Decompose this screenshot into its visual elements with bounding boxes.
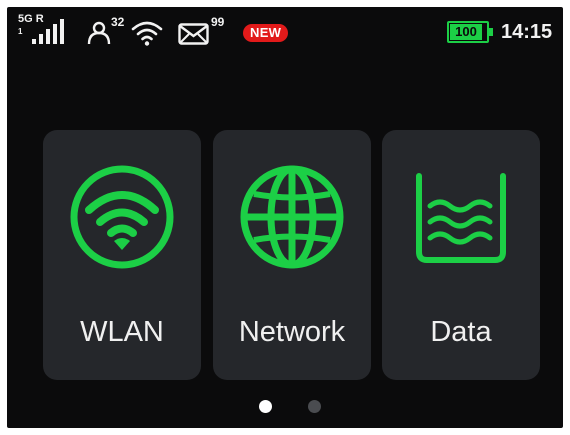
wlan-tile[interactable]: WLAN xyxy=(43,130,201,380)
globe-icon xyxy=(240,165,344,269)
mail-icon xyxy=(178,23,209,45)
clock: 14:15 xyxy=(501,21,553,43)
page-dot-2[interactable] xyxy=(308,400,321,413)
device-screen: 5G R 1 32 99 NEW 100 14:15 WLAN Network … xyxy=(7,7,563,428)
user-icon xyxy=(87,21,111,45)
page-dot-1-active[interactable] xyxy=(259,400,272,413)
unread-messages-count: 99 xyxy=(211,15,225,29)
new-badge: NEW xyxy=(243,24,289,42)
battery-indicator: 100 xyxy=(447,21,495,43)
network-label: Network xyxy=(238,316,346,348)
wifi-icon xyxy=(131,21,163,46)
page-indicator xyxy=(7,400,563,414)
data-label: Data xyxy=(430,316,492,348)
data-tile[interactable]: Data xyxy=(382,130,540,380)
data-usage-icon xyxy=(416,173,506,263)
network-tile[interactable]: Network xyxy=(213,130,371,380)
connected-users-count: 32 xyxy=(111,15,125,29)
wlan-label: WLAN xyxy=(80,316,164,348)
sim-number-label: 1 xyxy=(18,27,23,36)
wifi-circle-icon xyxy=(70,165,174,269)
signal-bars-icon xyxy=(32,19,64,44)
battery-level: 100 xyxy=(450,24,482,40)
battery-tip xyxy=(489,28,493,36)
status-bar: 5G R 1 32 99 NEW 100 14:15 xyxy=(7,7,563,57)
